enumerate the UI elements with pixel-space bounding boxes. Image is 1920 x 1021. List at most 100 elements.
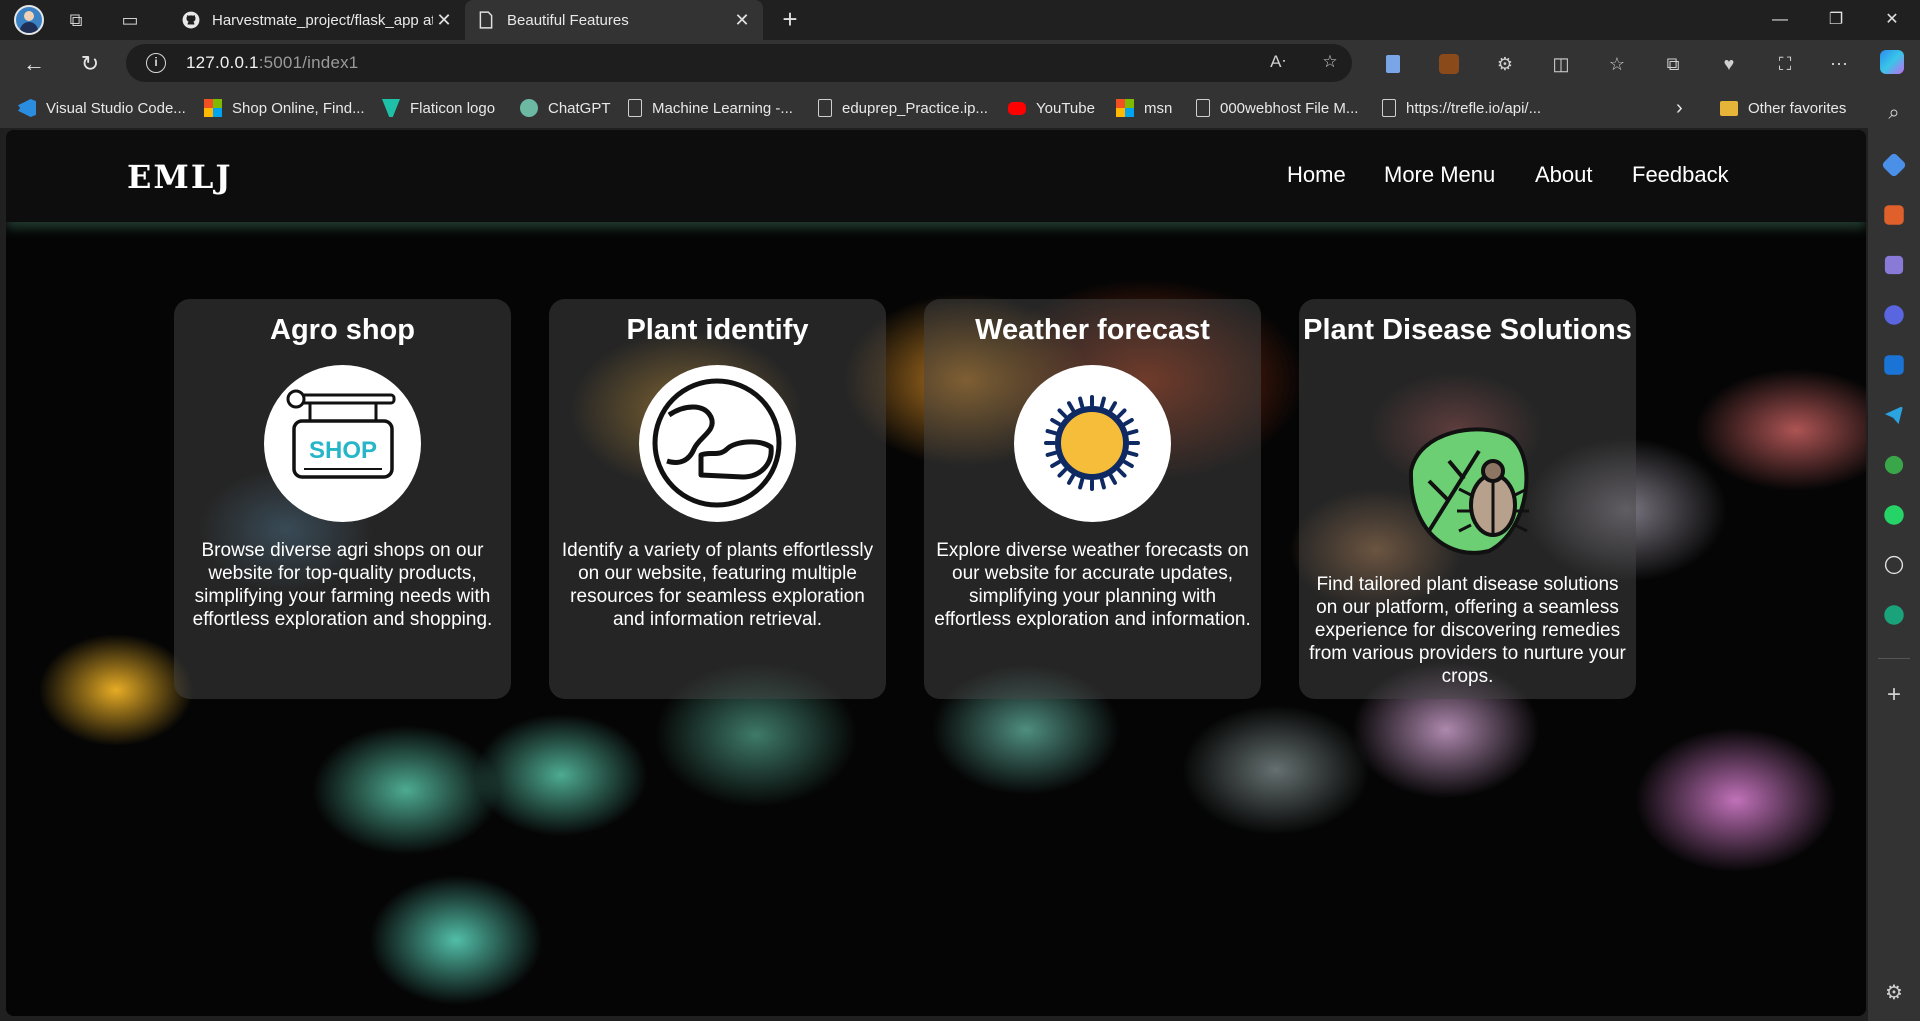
navigation-bar: ← ↻ i 127.0.0.1:5001/index1 Aᐧ ☆ ⚙ ◫ ☆ ⧉… xyxy=(0,40,1920,88)
favorite-label: 000webhost File M... xyxy=(1220,99,1359,117)
tab-title: Harvestmate_project/flask_app at xyxy=(212,11,433,29)
favorite-label: msn xyxy=(1144,99,1173,117)
maximize-button[interactable]: ❐ xyxy=(1808,0,1864,40)
favorite-label: Flaticon logo xyxy=(410,99,496,117)
feature-card-weather-forecast[interactable]: Weather forecast Explore diverse weather… xyxy=(924,299,1261,699)
more-favorites-chevron-icon[interactable]: › xyxy=(1676,88,1683,128)
browser-essentials-icon[interactable]: ♥ xyxy=(1716,52,1742,76)
card-title: Agro shop xyxy=(270,314,415,346)
favorite-item[interactable]: YouTube xyxy=(1008,88,1095,128)
favorites-icon[interactable]: ☆ xyxy=(1604,52,1630,76)
nav-about[interactable]: About xyxy=(1535,162,1593,188)
tools-briefcase-icon[interactable] xyxy=(1884,205,1904,225)
other-favorites-label: Other favorites xyxy=(1748,99,1847,117)
favorite-label: https://trefle.io/api/... xyxy=(1406,99,1542,117)
folder-icon xyxy=(1720,100,1738,116)
page-icon xyxy=(1382,99,1396,117)
sun-icon xyxy=(1014,365,1171,522)
favorite-label: eduprep_Practice.ip... xyxy=(842,99,988,117)
extension-notes-icon[interactable] xyxy=(1380,52,1406,76)
search-icon[interactable]: ⌕ xyxy=(1881,102,1907,128)
edge-sidebar: ⌕ + ⚙ xyxy=(1868,88,1920,1021)
favorite-label: Visual Studio Code... xyxy=(46,99,186,117)
settings-gear-icon[interactable]: ⚙ xyxy=(1881,980,1907,1006)
feature-card-plant-disease[interactable]: Plant Disease Solutions Find tailored pl… xyxy=(1299,299,1636,699)
page-viewport: EMLJ Home More Menu About Feedback Agro … xyxy=(6,130,1866,1016)
extensions-icon[interactable]: ⚙ xyxy=(1492,52,1518,76)
card-title: Weather forecast xyxy=(975,314,1210,346)
telegram-icon[interactable] xyxy=(1884,405,1904,425)
microsoft-365-icon[interactable] xyxy=(1884,305,1904,325)
page-icon xyxy=(818,99,832,117)
back-button[interactable]: ← xyxy=(20,50,48,78)
nav-feedback[interactable]: Feedback xyxy=(1632,162,1729,188)
favorite-item[interactable]: ChatGPT xyxy=(520,88,611,128)
split-screen-icon[interactable]: ◫ xyxy=(1548,52,1574,76)
tree-icon[interactable] xyxy=(1884,455,1904,475)
add-icon[interactable]: + xyxy=(1881,682,1907,708)
nav-home[interactable]: Home xyxy=(1287,162,1346,188)
youtube-icon xyxy=(1008,101,1026,115)
browser-window: ⧉ ▭ Harvestmate_project/flask_app at ✕ B… xyxy=(0,0,1920,1021)
feature-card-agro-shop[interactable]: Agro shop SHOP Browse diverse agri shops… xyxy=(174,299,511,699)
new-tab-button[interactable]: + xyxy=(776,6,804,34)
address-url[interactable]: 127.0.0.1:5001/index1 xyxy=(186,53,358,73)
favorite-item[interactable]: https://trefle.io/api/... xyxy=(1382,88,1541,128)
card-description: Browse diverse agri shops on our website… xyxy=(192,540,493,630)
beetle-on-leaf-icon xyxy=(1389,411,1546,568)
globe-map-icon xyxy=(639,365,796,522)
read-aloud-icon[interactable]: Aᐧ xyxy=(1266,52,1290,74)
app-icon[interactable] xyxy=(1884,605,1904,625)
workspaces-icon[interactable]: ⧉ xyxy=(64,8,88,32)
copilot-icon[interactable] xyxy=(1880,50,1906,74)
tab-actions-icon[interactable]: ▭ xyxy=(118,8,142,32)
tab-github[interactable]: Harvestmate_project/flask_app at ✕ xyxy=(170,0,465,40)
favorite-label: ChatGPT xyxy=(548,99,611,117)
tab-bar: ⧉ ▭ Harvestmate_project/flask_app at ✕ B… xyxy=(0,0,1920,40)
profile-avatar[interactable] xyxy=(14,5,44,35)
favorite-label: YouTube xyxy=(1036,99,1095,117)
nav-more-menu[interactable]: More Menu xyxy=(1384,162,1495,188)
tab-beautiful-features[interactable]: Beautiful Features ✕ xyxy=(465,0,763,40)
favorite-item[interactable]: Machine Learning -... xyxy=(628,88,793,128)
more-menu-icon[interactable]: ⋯ xyxy=(1826,52,1852,76)
favorite-item[interactable]: 000webhost File M... xyxy=(1196,88,1358,128)
close-tab-icon[interactable]: ✕ xyxy=(731,10,753,31)
page-icon xyxy=(628,99,642,117)
microsoft-icon xyxy=(1116,99,1134,117)
minimize-button[interactable]: — xyxy=(1752,0,1808,40)
favorite-item[interactable]: Flaticon logo xyxy=(382,88,495,128)
site-info-icon[interactable]: i xyxy=(146,53,166,73)
site-logo[interactable]: EMLJ xyxy=(127,158,232,196)
close-window-button[interactable]: ✕ xyxy=(1864,0,1920,40)
chatgpt-icon[interactable] xyxy=(1884,555,1904,575)
tab-title: Beautiful Features xyxy=(507,11,629,29)
games-icon[interactable] xyxy=(1884,255,1904,275)
github-icon xyxy=(182,11,200,29)
flaticon-icon xyxy=(382,99,400,117)
sidebar-divider xyxy=(1878,658,1910,659)
card-description: Find tailored plant disease solutions on… xyxy=(1309,574,1626,687)
whatsapp-icon[interactable] xyxy=(1884,505,1904,525)
screenshot-icon[interactable]: ⛶ xyxy=(1772,52,1798,76)
extension-paw-icon[interactable] xyxy=(1436,52,1462,76)
collections-icon[interactable]: ⧉ xyxy=(1660,52,1686,76)
chatgpt-icon xyxy=(520,99,538,117)
favorite-item[interactable]: Visual Studio Code... xyxy=(18,88,186,128)
favorite-label: Shop Online, Find... xyxy=(232,99,365,117)
favorite-item[interactable]: Shop Online, Find... xyxy=(204,88,365,128)
address-bar[interactable]: i 127.0.0.1:5001/index1 Aᐧ ☆ xyxy=(126,44,1352,82)
favorite-item[interactable]: eduprep_Practice.ip... xyxy=(818,88,988,128)
other-favorites-folder[interactable]: Other favorites xyxy=(1720,88,1846,128)
card-description: Explore diverse weather forecasts on our… xyxy=(934,540,1251,630)
feature-card-plant-identify[interactable]: Plant identify Identify a variety of pla… xyxy=(549,299,886,699)
refresh-button[interactable]: ↻ xyxy=(76,50,104,78)
shopping-tag-icon[interactable] xyxy=(1881,152,1907,178)
favorite-star-icon[interactable]: ☆ xyxy=(1318,52,1342,74)
card-description: Identify a variety of plants effortlessl… xyxy=(561,540,874,630)
outlook-icon[interactable] xyxy=(1884,355,1904,375)
close-tab-icon[interactable]: ✕ xyxy=(433,10,455,31)
card-title: Plant Disease Solutions xyxy=(1303,314,1632,346)
url-path: :5001/index1 xyxy=(258,53,359,72)
favorite-item[interactable]: msn xyxy=(1116,88,1172,128)
